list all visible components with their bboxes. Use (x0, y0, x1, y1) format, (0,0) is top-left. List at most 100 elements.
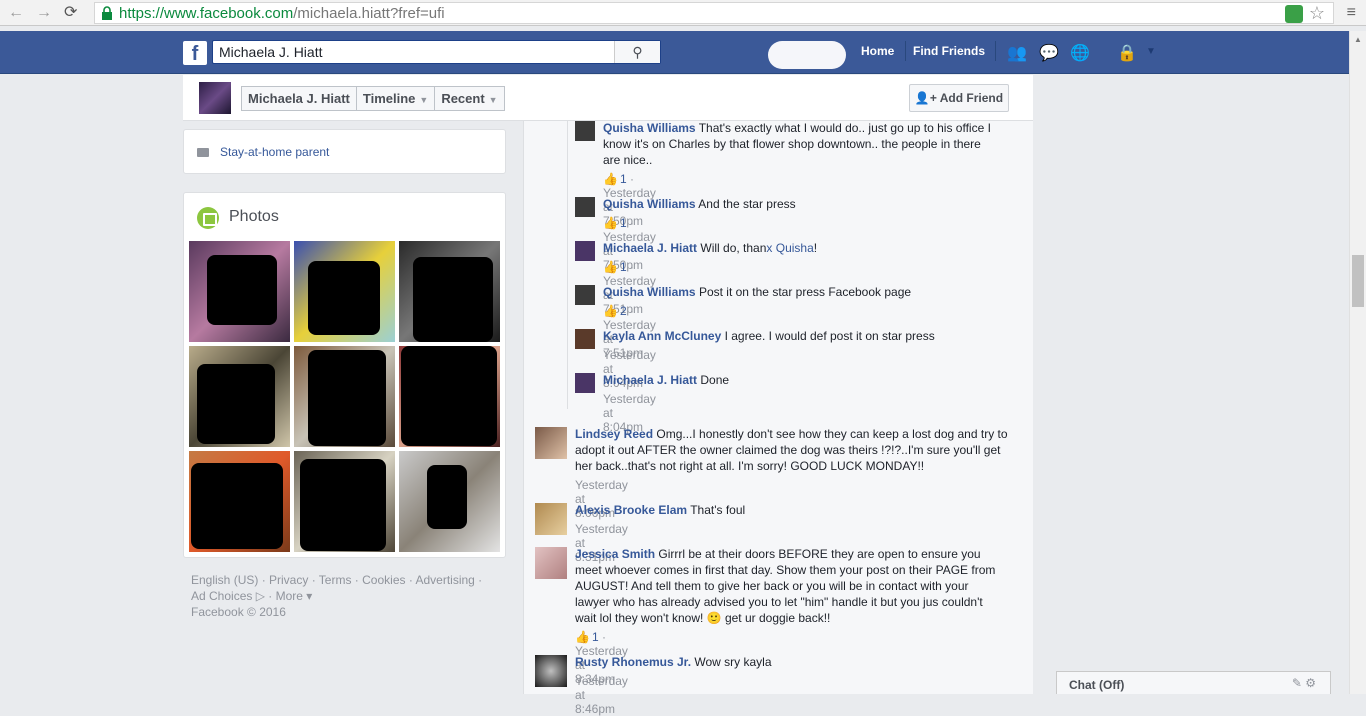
extension-icon[interactable] (1285, 5, 1303, 23)
commenter-name[interactable]: Michaela J. Hiatt (603, 373, 697, 387)
profile-header-bar: Michaela J. Hiatt Timeline ▼ Recent ▼ 👤+ A… (183, 75, 1033, 121)
messages-icon[interactable]: 💬 (1039, 43, 1059, 62)
briefcase-icon (197, 148, 209, 157)
comment-text: Michaela J. Hiatt Will do, thanx Quisha! (603, 241, 818, 255)
timeline-button[interactable]: Timeline ▼ (357, 87, 436, 110)
avatar[interactable] (535, 503, 567, 535)
commenter-name[interactable]: Rusty Rhonemus Jr. (575, 655, 691, 669)
avatar[interactable] (535, 427, 567, 459)
avatar[interactable] (575, 197, 595, 217)
comment-text: Rusty Rhonemus Jr. Wow sry kayla (575, 655, 772, 669)
chat-label[interactable]: Chat (Off) (1069, 678, 1124, 692)
find-friends-link[interactable]: Find Friends (913, 44, 985, 58)
photo-thumbnail[interactable] (189, 346, 290, 447)
reply-thread-line (567, 121, 568, 409)
photo-thumbnail[interactable] (189, 451, 290, 552)
browser-toolbar: ← → ⟳ https://www.facebook.com/michaela.… (0, 0, 1366, 26)
topbar-divider (905, 41, 906, 61)
address-bar[interactable]: https://www.facebook.com/michaela.hiatt?… (94, 2, 1334, 24)
avatar[interactable] (575, 329, 595, 349)
redacted-profile-name[interactable] (768, 41, 846, 69)
avatar[interactable] (575, 373, 595, 393)
commenter-name[interactable]: Michaela J. Hiatt (603, 241, 697, 255)
avatar[interactable] (575, 285, 595, 305)
photo-thumbnail[interactable] (399, 346, 500, 447)
comment-meta: Yesterday at 8:46pm (575, 674, 628, 716)
footer-links[interactable]: Ad Choices ▷ · More ▾ (191, 588, 501, 604)
account-dropdown-icon[interactable]: ▼ (1146, 46, 1166, 64)
comment-text: Quisha Williams Post it on the star pres… (603, 285, 912, 299)
facebook-topbar: f ⚲ Home Find Friends 👥 💬 🌐 🔒 ▼ (0, 31, 1349, 74)
footer-copyright: Facebook © 2016 (191, 605, 286, 619)
comment-text: Jessica Smith Girrrl be at their doors B… (575, 547, 996, 625)
comment-text: Alexis Brooke Elam That's foul (575, 503, 746, 517)
work-link[interactable]: Stay-at-home parent (220, 145, 329, 159)
avatar[interactable] (575, 241, 595, 261)
photos-title[interactable]: Photos (229, 208, 279, 226)
chat-bar[interactable]: Chat (Off) ✎ ⚙ (1056, 671, 1331, 694)
site-footer: English (US) · Privacy · Terms · Cookies… (191, 572, 501, 620)
profile-name-button[interactable]: Michaela J. Hiatt (242, 87, 357, 110)
avatar[interactable] (575, 121, 595, 141)
privacy-shortcuts-icon[interactable]: 🔒 (1117, 43, 1137, 62)
search-box[interactable]: ⚲ (212, 40, 661, 64)
chevron-down-icon: ▼ (488, 95, 498, 105)
lock-icon (102, 6, 112, 20)
commenter-name[interactable]: Jessica Smith (575, 547, 655, 561)
avatar[interactable] (535, 547, 567, 579)
profile-thumbnail[interactable] (199, 82, 231, 114)
commenter-name[interactable]: Alexis Brooke Elam (575, 503, 687, 517)
search-icon[interactable]: ⚲ (614, 41, 660, 63)
photos-card: Photos (183, 192, 506, 558)
search-input[interactable] (219, 44, 609, 60)
comment-text: Quisha Williams And the star press (603, 197, 796, 211)
page-scrollbar[interactable]: ▲ (1349, 31, 1366, 694)
photo-thumbnail[interactable] (294, 241, 395, 342)
comment-text: Kayla Ann McCluney I agree. I would def … (603, 329, 935, 343)
browser-menu-icon[interactable]: ≡ (1347, 4, 1356, 22)
like-icon[interactable]: 👍 (603, 304, 618, 318)
photo-thumbnail[interactable] (189, 241, 290, 342)
bookmark-star-icon[interactable]: ☆ (1309, 3, 1325, 24)
timestamp[interactable]: Yesterday at 8:46pm (575, 674, 628, 716)
commenter-name[interactable]: Quisha Williams (603, 197, 696, 211)
like-icon[interactable]: 👍 (603, 172, 618, 186)
url-text: https://www.facebook.com/michaela.hiatt?… (119, 5, 445, 22)
friend-requests-icon[interactable]: 👥 (1007, 43, 1027, 62)
facebook-logo-icon[interactable]: f (183, 41, 207, 65)
notifications-globe-icon[interactable]: 🌐 (1070, 43, 1090, 62)
photo-thumbnail[interactable] (399, 241, 500, 342)
like-icon[interactable]: 👍 (575, 630, 590, 644)
photo-thumbnail[interactable] (294, 451, 395, 552)
gear-icon[interactable]: ⚙ (1305, 676, 1316, 690)
mention-link[interactable]: x Quisha (766, 241, 813, 255)
intro-card: Stay-at-home parent (183, 129, 506, 174)
commenter-name[interactable]: Kayla Ann McCluney (603, 329, 721, 343)
like-icon[interactable]: 👍 (603, 260, 618, 274)
footer-links[interactable]: English (US) · Privacy · Terms · Cookies… (191, 572, 501, 588)
topbar-divider (995, 41, 996, 61)
scroll-thumb[interactable] (1352, 255, 1364, 307)
reload-icon[interactable]: ⟳ (64, 3, 77, 23)
profile-nav: Michaela J. Hiatt Timeline ▼ Recent ▼ (241, 86, 505, 111)
comment-text: Lindsey Reed Omg...I honestly don't see … (575, 427, 1008, 473)
photo-thumbnail[interactable] (399, 451, 500, 552)
like-icon[interactable]: 👍 (603, 216, 618, 230)
photo-thumbnail[interactable] (294, 346, 395, 447)
comment-text: Michaela J. Hiatt Done (603, 373, 730, 387)
commenter-name[interactable]: Quisha Williams (603, 121, 696, 135)
add-friend-icon: 👤+ (914, 91, 937, 105)
commenter-name[interactable]: Quisha Williams (603, 285, 696, 299)
back-arrow-icon[interactable]: ← (8, 3, 24, 23)
chevron-down-icon: ▼ (419, 95, 429, 105)
comment-text: Quisha Williams That's exactly what I wo… (603, 121, 991, 167)
recent-button[interactable]: Recent ▼ (435, 87, 503, 110)
photos-icon (197, 207, 219, 229)
home-link[interactable]: Home (861, 44, 894, 58)
forward-arrow-icon[interactable]: → (36, 3, 52, 23)
avatar[interactable] (535, 655, 567, 687)
add-friend-button[interactable]: 👤+ Add Friend (909, 84, 1009, 112)
scroll-up-icon[interactable]: ▲ (1354, 35, 1362, 44)
commenter-name[interactable]: Lindsey Reed (575, 427, 653, 441)
compose-icon[interactable]: ✎ (1292, 676, 1302, 690)
